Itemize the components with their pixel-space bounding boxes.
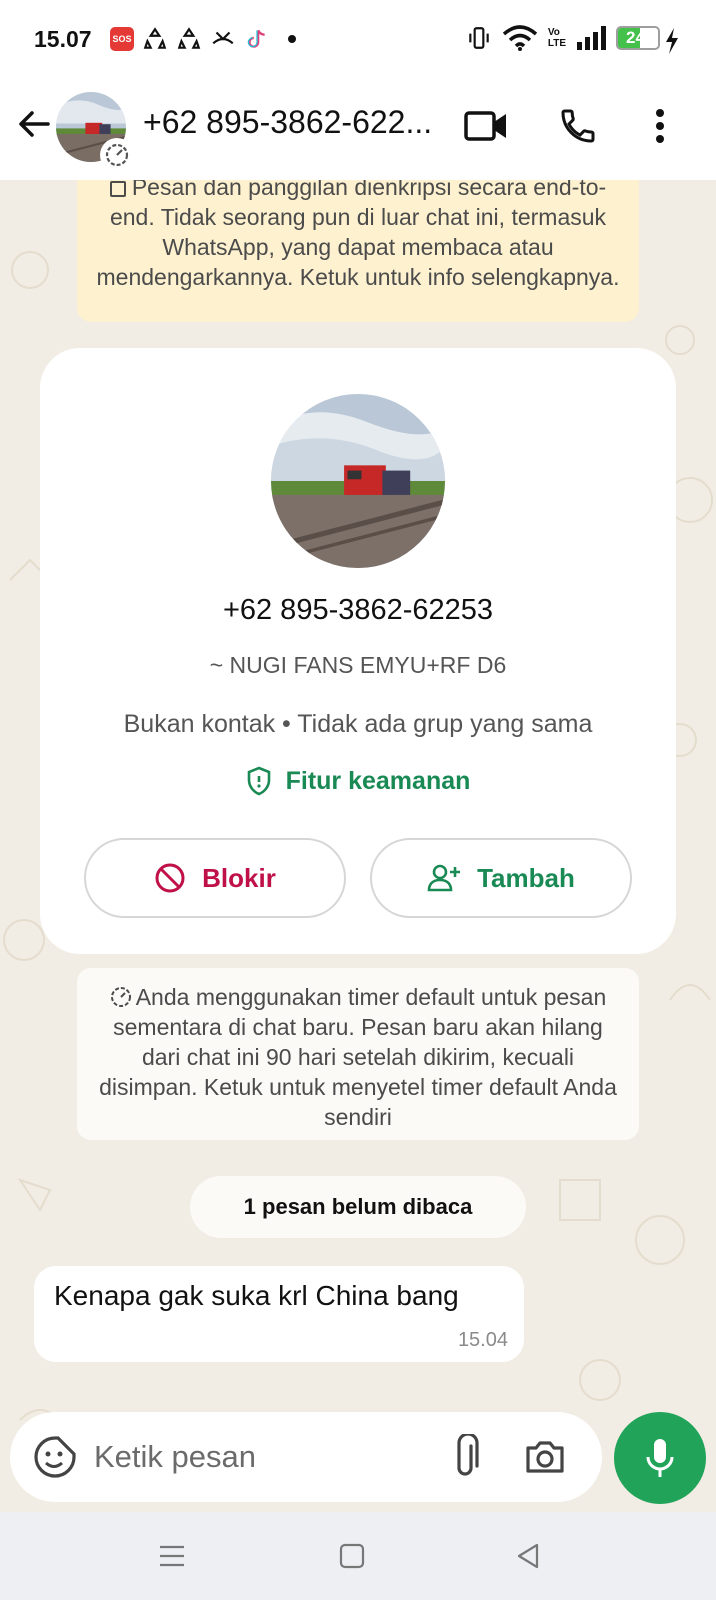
missed-call-icon (212, 31, 234, 45)
system-nav-bar (0, 1512, 716, 1600)
recents-button[interactable] (150, 1534, 194, 1578)
profile-phone: +62 895-3862-62253 (222, 594, 494, 626)
shield-icon (247, 766, 270, 796)
contact-avatar[interactable] (56, 92, 134, 172)
message-input[interactable] (94, 1430, 414, 1484)
dot-icon (288, 35, 296, 43)
unread-divider: 1 pesan belum dibaca (190, 1176, 526, 1238)
timer-icon (110, 987, 131, 1007)
message-time: 15.04 (457, 1329, 508, 1351)
battery-level: 24 (626, 28, 645, 47)
voice-message-button[interactable] (614, 1412, 706, 1504)
lock-icon (109, 180, 126, 197)
mic-icon (646, 1439, 674, 1477)
battery-icon: 24 (616, 26, 660, 50)
add-label: Tambah (477, 862, 575, 893)
incoming-message[interactable]: Kenapa gak suka krl China bang 15.04 (34, 1266, 524, 1362)
charging-icon (666, 28, 678, 54)
wifi-icon (502, 25, 537, 51)
phone-icon (561, 109, 595, 143)
timer-notice-text: Anda menggunakan timer default untuk pes… (99, 984, 617, 1130)
camera-button[interactable] (520, 1432, 570, 1482)
notification-icons: SOS (110, 26, 296, 52)
attach-button[interactable] (440, 1432, 490, 1482)
security-link[interactable]: Fitur keamanan (40, 766, 676, 796)
profile-relation: Bukan kontak • Tidak ada grup yang sama (123, 710, 593, 738)
recycle-icon (143, 27, 167, 49)
chat-area[interactable]: Pesan dan panggilan dienkripsi secara en… (0, 180, 716, 1512)
vibrate-icon (469, 27, 489, 49)
recycle-icon (177, 27, 201, 49)
sos-icon: SOS (110, 27, 134, 51)
status-time: 15.07 (34, 26, 92, 52)
home-button[interactable] (330, 1534, 374, 1578)
chat-header: +62 895-3862-622... (0, 82, 716, 180)
profile-avatar[interactable] (271, 394, 445, 568)
message-text: Kenapa gak suka krl China bang (54, 1280, 459, 1311)
encryption-text: Pesan dan panggilan dienkripsi secara en… (96, 180, 620, 290)
block-button[interactable]: Blokir (84, 838, 346, 918)
more-options-button[interactable] (636, 102, 684, 150)
status-bar: 15.07 SOS Vo LTE 24 (0, 0, 716, 82)
train-photo (271, 394, 445, 568)
block-icon (155, 863, 185, 893)
back-triangle-icon (517, 1543, 539, 1569)
back-button[interactable] (506, 1534, 550, 1578)
block-label: Blokir (202, 862, 276, 893)
message-composer (10, 1412, 602, 1502)
back-arrow-icon[interactable] (14, 104, 54, 144)
video-call-icon (464, 111, 506, 141)
encryption-notice[interactable]: Pesan dan panggilan dienkripsi secara en… (77, 180, 639, 322)
profile-card: +62 895-3862-62253 ~ NUGI FANS EMYU+RF D… (40, 348, 676, 954)
sticker-icon[interactable] (32, 1434, 78, 1480)
video-call-button[interactable] (462, 102, 510, 150)
contact-title[interactable]: +62 895-3862-622... (143, 104, 453, 141)
menu-icon (160, 1545, 184, 1567)
tiktok-icon (247, 29, 265, 48)
disappearing-timer-notice[interactable]: Anda menggunakan timer default untuk pes… (77, 968, 639, 1140)
profile-nickname: ~ NUGI FANS EMYU+RF D6 (209, 652, 507, 678)
system-icons: Vo LTE 24 (466, 24, 660, 52)
camera-icon (526, 1441, 564, 1473)
add-contact-button[interactable]: Tambah (370, 838, 632, 918)
signal-icon (577, 26, 606, 50)
home-square-icon (339, 1543, 365, 1569)
paperclip-icon (457, 1434, 479, 1476)
timer-icon (100, 138, 134, 172)
security-label: Fitur keamanan (285, 766, 471, 795)
volte-icon: Vo LTE (547, 27, 566, 49)
add-person-icon (427, 864, 461, 892)
more-vert-icon (656, 109, 664, 143)
voice-call-button[interactable] (554, 102, 602, 150)
